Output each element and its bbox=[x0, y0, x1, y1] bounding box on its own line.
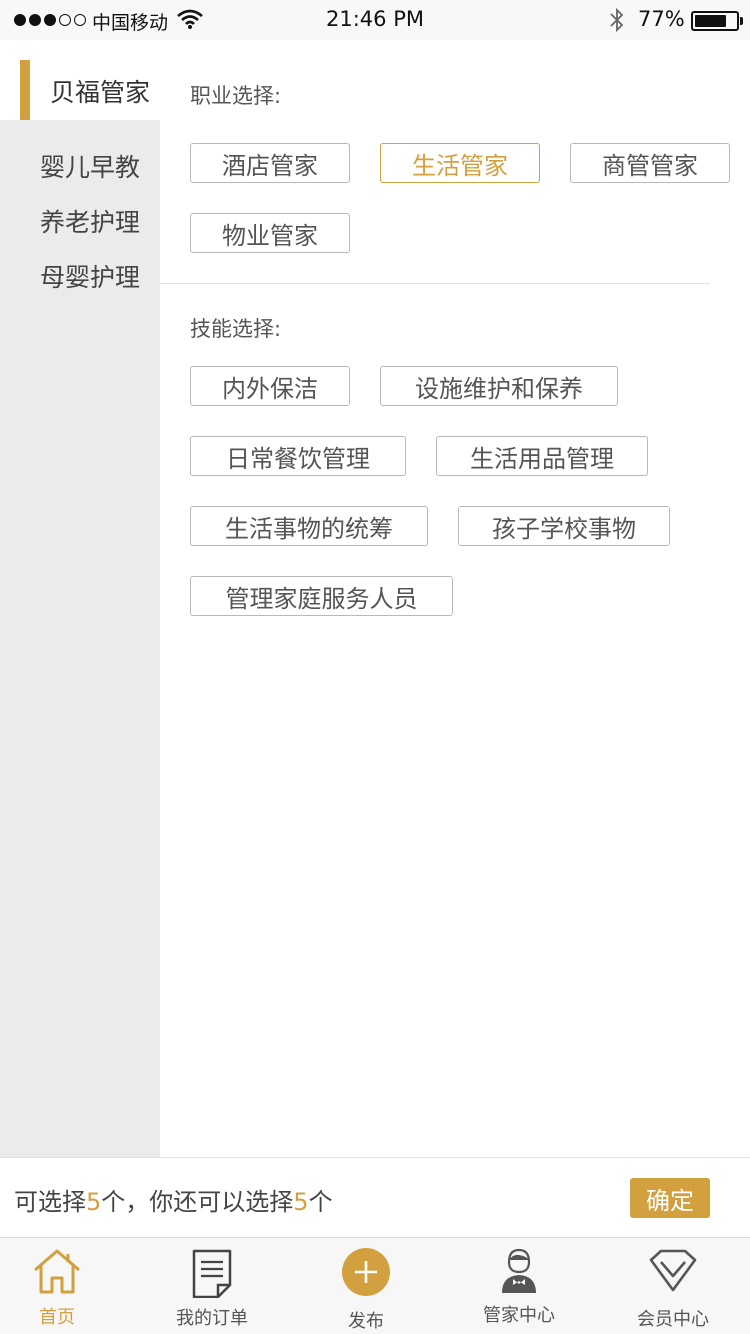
skill-chip-cleaning[interactable]: 内外保洁 bbox=[190, 366, 350, 406]
tab-label-publish: 发布 bbox=[348, 1311, 384, 1332]
career-chip-commercial-butler[interactable]: 商管管家 bbox=[570, 143, 730, 183]
tab-publish[interactable]: 发布 bbox=[291, 1238, 441, 1334]
tab-label-orders: 我的订单 bbox=[176, 1308, 248, 1329]
skill-chip-school-affairs[interactable]: 孩子学校事物 bbox=[458, 506, 670, 546]
tab-my-orders[interactable]: 我的订单 bbox=[137, 1238, 287, 1334]
battery-icon bbox=[691, 11, 739, 31]
tab-butler-center[interactable]: 管家中心 bbox=[444, 1238, 594, 1334]
remaining-count: 5 bbox=[293, 1188, 309, 1216]
skill-chip-meal-management[interactable]: 日常餐饮管理 bbox=[190, 436, 406, 476]
selection-count-text: 可选择5个，你还可以选择5个 bbox=[14, 1188, 333, 1216]
confirm-button[interactable]: 确定 bbox=[630, 1178, 710, 1218]
category-sidebar: 贝福管家 婴儿早教 养老护理 母婴护理 bbox=[0, 40, 160, 1157]
document-icon bbox=[137, 1248, 287, 1298]
career-section-title: 职业选择: bbox=[190, 84, 282, 108]
tab-bar: 首页 我的订单 发布 管家中心 会员中心 bbox=[0, 1237, 750, 1334]
battery-percent: 77% bbox=[638, 7, 685, 31]
sidebar-item-active[interactable]: 贝福管家 bbox=[0, 40, 160, 120]
skill-chip-supplies-management[interactable]: 生活用品管理 bbox=[436, 436, 648, 476]
skill-chip-staff-management[interactable]: 管理家庭服务人员 bbox=[190, 576, 453, 616]
sidebar-item-label: 贝福管家 bbox=[50, 78, 151, 107]
butler-icon bbox=[444, 1248, 594, 1294]
tab-member-center[interactable]: 会员中心 bbox=[598, 1238, 748, 1334]
plus-circle-icon bbox=[291, 1248, 441, 1296]
status-bar: 中国移动 21:46 PM 77% bbox=[0, 0, 750, 40]
skill-chip-life-coordination[interactable]: 生活事物的统筹 bbox=[190, 506, 428, 546]
career-chip-life-butler[interactable]: 生活管家 bbox=[380, 143, 540, 183]
career-chip-hotel-butler[interactable]: 酒店管家 bbox=[190, 143, 350, 183]
home-icon bbox=[0, 1248, 132, 1294]
career-chip-property-butler[interactable]: 物业管家 bbox=[190, 213, 350, 253]
tab-home[interactable]: 首页 bbox=[0, 1238, 132, 1334]
bluetooth-icon bbox=[608, 7, 626, 38]
battery-cap bbox=[740, 17, 743, 25]
max-count: 5 bbox=[86, 1188, 102, 1216]
active-indicator bbox=[20, 60, 30, 120]
skill-chip-facility-maintenance[interactable]: 设施维护和保养 bbox=[380, 366, 618, 406]
sidebar-item-elderly-care[interactable]: 养老护理 bbox=[0, 203, 160, 239]
skill-section-title: 技能选择: bbox=[190, 317, 282, 341]
diamond-icon bbox=[598, 1248, 748, 1294]
tab-label-butler-center: 管家中心 bbox=[483, 1305, 555, 1326]
sidebar-item-maternal-care[interactable]: 母婴护理 bbox=[0, 258, 160, 294]
selection-bar: 可选择5个，你还可以选择5个 确定 bbox=[0, 1157, 750, 1237]
tab-label-member-center: 会员中心 bbox=[637, 1309, 709, 1330]
section-divider bbox=[160, 283, 710, 284]
sidebar-item-infant-education[interactable]: 婴儿早教 bbox=[0, 148, 160, 184]
tab-label-home: 首页 bbox=[39, 1307, 75, 1328]
